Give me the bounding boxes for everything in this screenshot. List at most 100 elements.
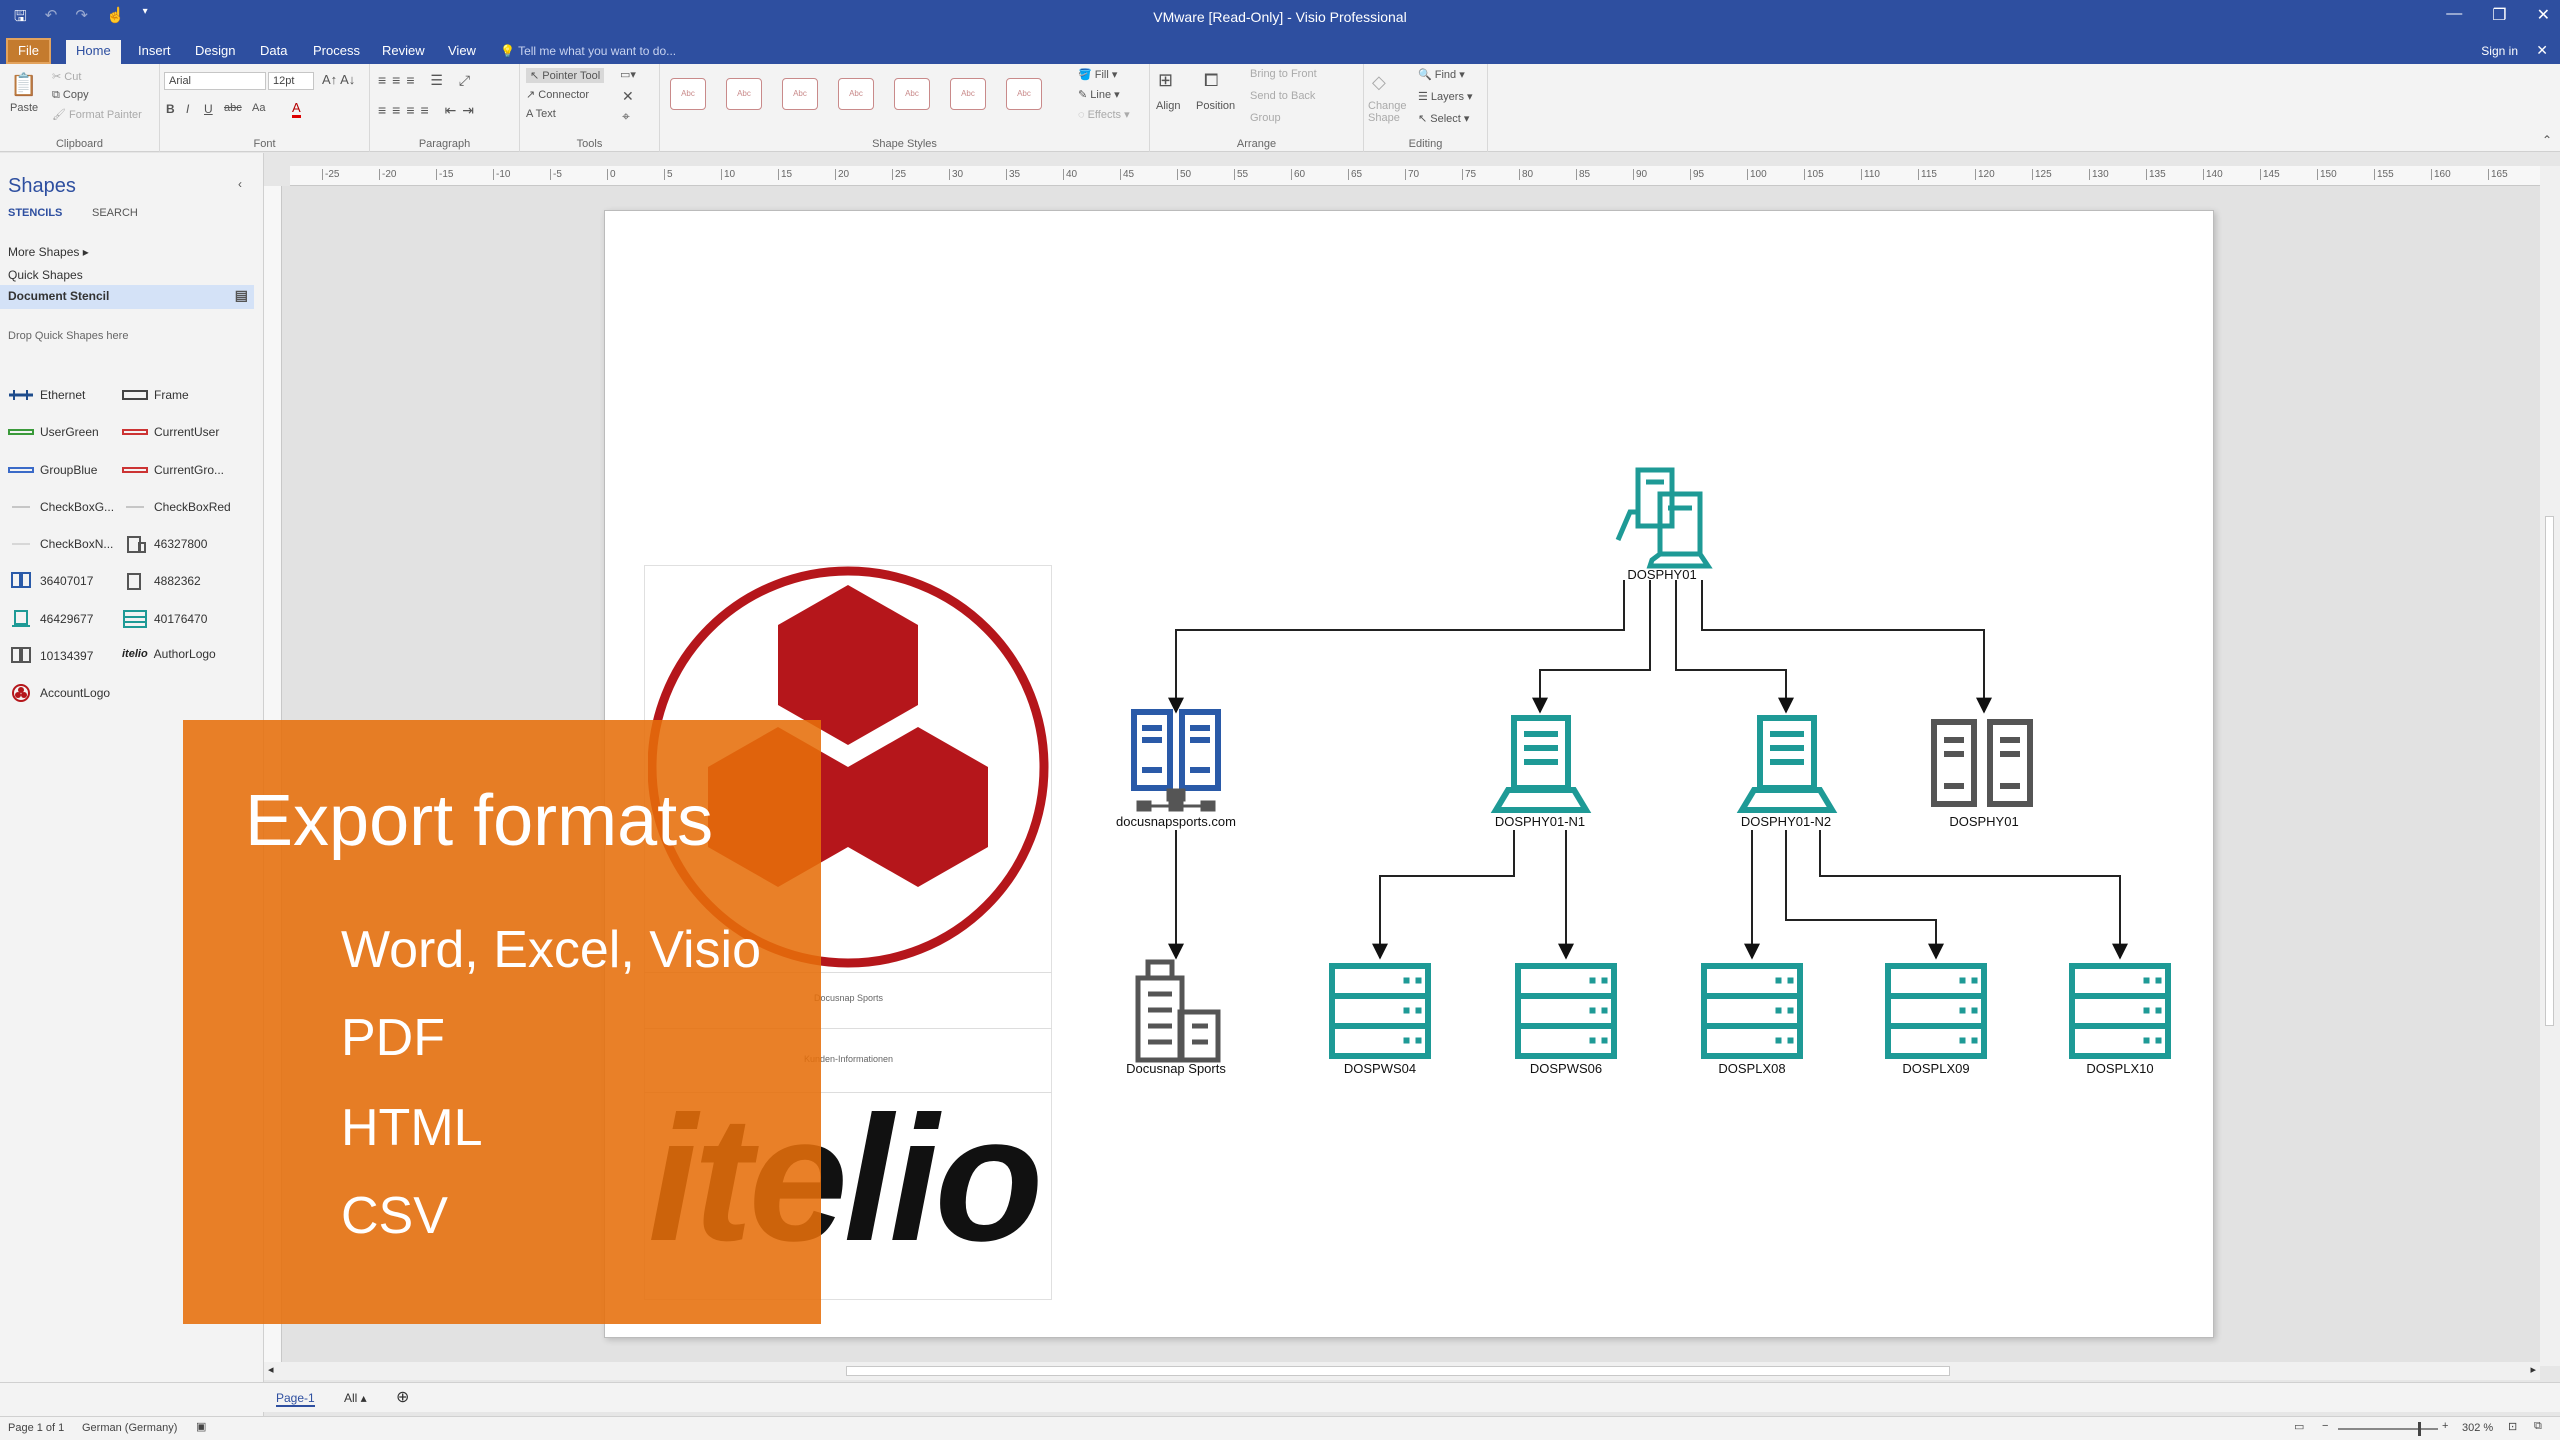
close-tool-icon[interactable]: ✕: [622, 88, 634, 105]
vertical-scroll-thumb[interactable]: [2545, 516, 2554, 1026]
tell-me-box[interactable]: 💡 Tell me what you want to do...: [500, 44, 676, 58]
minimize-icon[interactable]: —: [2446, 5, 2462, 25]
stencil-checkboxred[interactable]: CheckBoxRed: [122, 498, 232, 516]
switch-windows-icon[interactable]: ⧉: [2534, 1420, 2542, 1433]
tab-review[interactable]: Review: [372, 40, 435, 64]
position-button[interactable]: Position: [1196, 100, 1235, 112]
document-stencil-item[interactable]: Document Stencil ▤: [0, 285, 254, 309]
line-button[interactable]: ✎ Line ▾: [1078, 88, 1120, 101]
paste-icon[interactable]: 📋: [10, 72, 37, 98]
layers-button[interactable]: ☰ Layers ▾: [1418, 90, 1473, 103]
find-button[interactable]: 🔍 Find ▾: [1418, 68, 1465, 81]
connection-point-icon[interactable]: ⌖: [622, 108, 630, 125]
shape-style-7[interactable]: Abc: [1006, 78, 1042, 110]
shape-style-1[interactable]: Abc: [670, 78, 706, 110]
horizontal-scroll-thumb[interactable]: [846, 1366, 1950, 1376]
restore-icon[interactable]: ❐: [2492, 5, 2506, 25]
tab-data[interactable]: Data: [250, 40, 297, 64]
pointer-tool-button[interactable]: ↖ Pointer Tool: [526, 68, 605, 83]
stencil-authorlogo[interactable]: itelio AuthorLogo: [122, 647, 232, 661]
bold-button[interactable]: B: [166, 102, 175, 116]
change-shape-icon[interactable]: ◇: [1372, 72, 1386, 93]
stencil-options-icon[interactable]: ▤: [235, 287, 248, 304]
scroll-right-icon[interactable]: ▸: [2530, 1363, 2536, 1376]
stencil-groupblue[interactable]: GroupBlue: [8, 461, 118, 479]
zoom-level[interactable]: 302 %: [2462, 1422, 2493, 1434]
connector-button[interactable]: ↗ Connector: [526, 88, 589, 101]
presentation-mode-icon[interactable]: ▭: [2294, 1420, 2304, 1433]
tab-view[interactable]: View: [438, 40, 486, 64]
shape-style-2[interactable]: Abc: [726, 78, 762, 110]
paste-button[interactable]: Paste: [10, 102, 38, 114]
tab-insert[interactable]: Insert: [128, 40, 181, 64]
page-count[interactable]: Page 1 of 1: [8, 1422, 64, 1434]
change-shape-button[interactable]: Change Shape: [1368, 100, 1408, 124]
fill-button[interactable]: 🪣 Fill ▾: [1078, 68, 1117, 81]
stencil-usergreen[interactable]: UserGreen: [8, 423, 118, 441]
effects-button[interactable]: ◌ Effects ▾: [1078, 108, 1130, 121]
horizontal-scrollbar[interactable]: ◂ ▸: [264, 1362, 2540, 1380]
italic-button[interactable]: I: [186, 102, 189, 116]
collapse-pane-icon[interactable]: ‹: [238, 177, 242, 191]
strikethrough-button[interactable]: abc: [224, 102, 242, 114]
text-tool-button[interactable]: A Text: [526, 108, 556, 120]
zoom-out-icon[interactable]: −: [2322, 1420, 2328, 1432]
zoom-slider-thumb[interactable]: [2418, 1422, 2421, 1436]
more-shapes-item[interactable]: More Shapes ▸: [8, 245, 89, 259]
tab-stencils[interactable]: STENCILS: [8, 207, 62, 219]
font-family-select[interactable]: Arial: [164, 72, 266, 90]
tab-search[interactable]: SEARCH: [92, 207, 138, 219]
stencil-frame[interactable]: Frame: [122, 386, 232, 404]
close-icon[interactable]: ✕: [2537, 5, 2550, 25]
shape-style-4[interactable]: Abc: [838, 78, 874, 110]
stencil-currentgroup[interactable]: CurrentGro...: [122, 461, 232, 479]
rectangle-icon[interactable]: ▭▾: [620, 68, 636, 81]
page-tab[interactable]: Page-1: [276, 1391, 315, 1407]
quick-shapes-item[interactable]: Quick Shapes: [8, 268, 83, 282]
bring-to-front-button[interactable]: Bring to Front: [1250, 68, 1317, 80]
paragraph-align-icons[interactable]: ≡≡≡ ☰ ⤢: [378, 72, 476, 89]
tab-design[interactable]: Design: [185, 40, 245, 64]
font-color-button[interactable]: A: [292, 100, 301, 118]
stencil-40176470[interactable]: 40176470: [122, 610, 232, 628]
copy-button[interactable]: ⧉ Copy: [52, 89, 89, 102]
macro-icon[interactable]: ▣: [196, 1420, 206, 1433]
shape-style-6[interactable]: Abc: [950, 78, 986, 110]
select-button[interactable]: ↖ Select ▾: [1418, 112, 1469, 125]
tab-home[interactable]: Home: [66, 40, 121, 64]
add-page-icon[interactable]: ⊕: [396, 1387, 409, 1407]
send-to-back-button[interactable]: Send to Back: [1250, 90, 1315, 102]
tab-file[interactable]: File: [6, 38, 51, 64]
font-size-select[interactable]: 12pt: [268, 72, 314, 90]
zoom-in-icon[interactable]: +: [2442, 1420, 2448, 1432]
stencil-currentuser[interactable]: CurrentUser: [122, 423, 232, 441]
sign-in-link[interactable]: Sign in: [2481, 44, 2518, 58]
vertical-scrollbar[interactable]: [2540, 166, 2560, 1366]
all-pages-tab[interactable]: All ▴: [344, 1391, 367, 1405]
shape-style-3[interactable]: Abc: [782, 78, 818, 110]
scroll-left-icon[interactable]: ◂: [268, 1363, 274, 1376]
stencil-checkboxgreen[interactable]: CheckBoxG...: [8, 498, 118, 516]
stencil-10134397[interactable]: 10134397: [8, 647, 118, 665]
stencil-46327800[interactable]: 46327800: [122, 535, 232, 553]
align-icon[interactable]: ⊞: [1158, 70, 1173, 91]
cut-button[interactable]: ✂ Cut: [52, 70, 81, 83]
shape-style-5[interactable]: Abc: [894, 78, 930, 110]
position-icon[interactable]: ⧠: [1204, 70, 1218, 91]
stencil-46429677[interactable]: 46429677: [8, 610, 118, 628]
underline-button[interactable]: U: [204, 102, 213, 116]
change-case-button[interactable]: Aa: [252, 102, 265, 114]
group-button[interactable]: Group: [1250, 112, 1281, 124]
fit-page-icon[interactable]: ⊡: [2508, 1420, 2517, 1433]
stencil-36407017[interactable]: 36407017: [8, 572, 118, 590]
zoom-slider[interactable]: [2338, 1428, 2438, 1430]
tab-process[interactable]: Process: [303, 40, 370, 64]
stencil-checkboxneutral[interactable]: CheckBoxN...: [8, 535, 118, 553]
close-ribbon-icon[interactable]: ✕: [2536, 42, 2548, 59]
collapse-ribbon-icon[interactable]: ⌃: [2542, 133, 2552, 147]
stencil-4882362[interactable]: 4882362: [122, 572, 232, 590]
stencil-accountlogo[interactable]: AccountLogo: [8, 684, 118, 702]
paragraph-justify-icons[interactable]: ≡≡≡≡ ⇤⇥: [378, 102, 480, 119]
stencil-ethernet[interactable]: Ethernet: [8, 386, 118, 404]
format-painter-button[interactable]: 🖌 Format Painter: [52, 108, 142, 121]
